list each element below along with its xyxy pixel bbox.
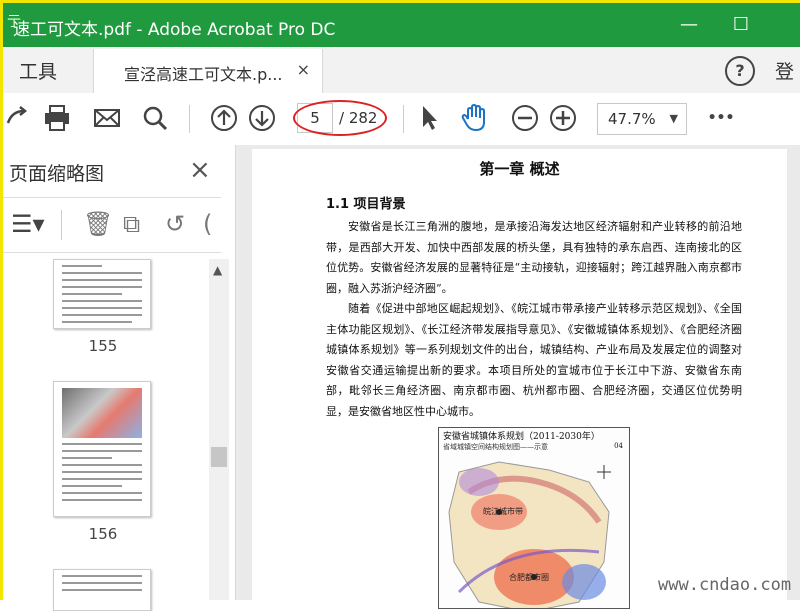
zoom-in-icon[interactable] (547, 103, 579, 135)
map-graphic (448, 461, 611, 608)
close-panel-icon[interactable]: × (189, 155, 211, 185)
minimize-button[interactable]: — (669, 11, 709, 39)
thumbnail-scrollbar[interactable]: ▲ (209, 259, 229, 600)
paragraph: 随着《促进中部地区崛起规划》、《皖江城市带承接产业转移示范区规划》、《全国主体功… (326, 302, 742, 418)
email-icon[interactable] (91, 103, 123, 135)
chevron-down-icon: ▼ (669, 112, 678, 125)
title-bar: 亍 速工可文本.pdf - Adobe Acrobat Pro DC — ☐ (3, 3, 800, 47)
maximize-button[interactable]: ☐ (721, 11, 761, 39)
close-tab-icon[interactable]: × (297, 60, 310, 79)
hand-tool-icon[interactable] (459, 103, 491, 135)
toolbar-divider (403, 105, 404, 133)
rotate-cw-icon[interactable]: ( (203, 210, 212, 238)
tab-document[interactable]: 宣泾高速工可文本.p... × (93, 49, 323, 93)
watermark: www.cndao.com (658, 575, 792, 595)
thumbnail-panel-title: 页面缩略图 (9, 163, 105, 185)
page-thumbnail[interactable] (53, 381, 151, 517)
chapter-heading: 第一章 概述 (479, 160, 560, 178)
zoom-value: 47.7% (608, 110, 656, 128)
select-cursor-icon[interactable] (413, 103, 445, 135)
map-label: 合肥都市圈 (509, 573, 549, 582)
tool-divider (61, 210, 62, 240)
paragraph: 安徽省是长江三角洲的腹地，是承接沿海发达地区经济辐射和产业转移的前沿地带，是西部… (326, 220, 742, 295)
tab-document-label: 宣泾高速工可文本.p... (124, 65, 283, 84)
delete-icon[interactable]: 🗑 (83, 210, 113, 238)
search-icon[interactable] (139, 103, 171, 135)
page-thumbnail-number: 155 (88, 337, 118, 355)
page-thumbnail-number: 156 (88, 525, 118, 543)
thumbnail-panel: 页面缩略图 × ☰▾ 🗑 ⧉ ↺ ( 155 156 ▲ (3, 145, 236, 611)
rotate-ccw-icon[interactable]: ↺ (165, 210, 185, 238)
options-menu-icon[interactable]: ☰▾ (11, 210, 45, 238)
more-tools-icon[interactable]: ••• (705, 103, 737, 135)
page-thumbnail[interactable] (53, 569, 151, 611)
map-label: 皖江城市带 (483, 507, 523, 516)
previous-page-icon[interactable] (208, 103, 240, 135)
map-subtitle: 省域城镇空间结构规划图——示意 (443, 443, 548, 451)
share-icon[interactable] (3, 103, 35, 135)
extract-icon[interactable]: ⧉ (123, 210, 140, 238)
map-title: 安徽省城镇体系规划（2011-2030年） (443, 432, 600, 442)
window-title: 速工可文本.pdf - Adobe Acrobat Pro DC (13, 20, 336, 40)
thumbnail-tools: ☰▾ 🗑 ⧉ ↺ ( (3, 197, 221, 253)
map-number: 04 (614, 442, 623, 450)
next-page-icon[interactable] (246, 103, 278, 135)
sign-in-button[interactable]: 登 (775, 57, 794, 84)
print-icon[interactable] (41, 103, 73, 135)
tab-tools[interactable]: 工具 (19, 57, 57, 84)
section-heading: 1.1 项目背景 (326, 197, 406, 212)
zoom-out-icon[interactable] (509, 103, 541, 135)
zoom-select[interactable]: 47.7% ▼ (597, 103, 687, 135)
help-icon[interactable]: ? (725, 56, 755, 86)
scrollbar-thumb[interactable] (211, 447, 227, 467)
scroll-up-icon[interactable]: ▲ (213, 263, 222, 277)
document-viewport[interactable]: 第一章 概述 1.1 项目背景 安徽省是长江三角洲的腹地，是承接沿海发达地区经济… (236, 145, 800, 609)
annotation-ellipse (293, 100, 387, 136)
tab-bar: 工具 宣泾高速工可文本.p... × ? 登 (3, 47, 800, 94)
page-thumbnail[interactable] (53, 259, 151, 329)
pdf-page: 第一章 概述 1.1 项目背景 安徽省是长江三角洲的腹地，是承接沿海发达地区经济… (252, 149, 787, 609)
toolbar-divider (189, 105, 190, 133)
map-figure: 安徽省城镇体系规划（2011-2030年） 省域城镇空间结构规划图——示意 04… (438, 427, 630, 609)
